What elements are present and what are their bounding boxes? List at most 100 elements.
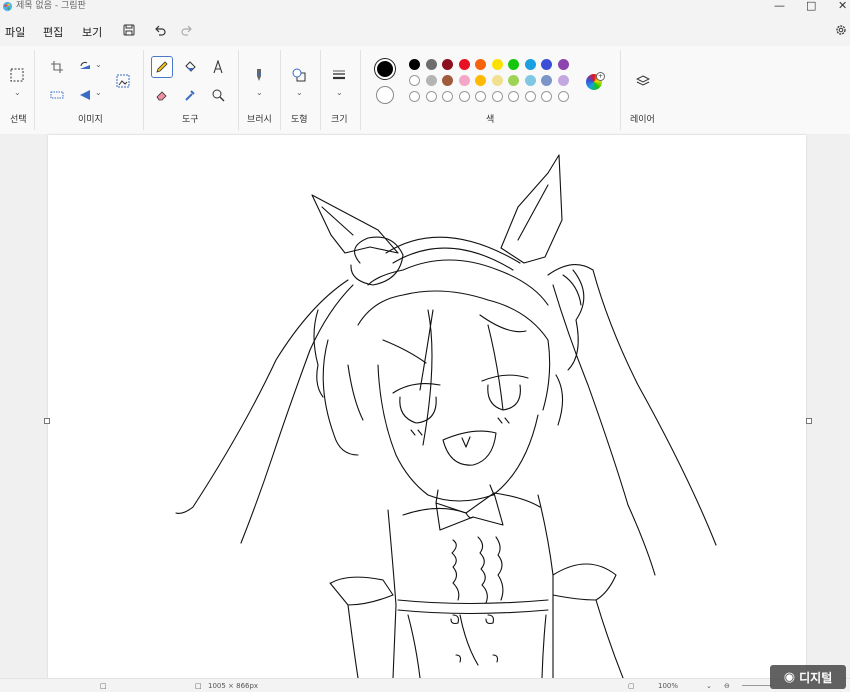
chevron-down-icon[interactable]: ⌄ bbox=[256, 88, 263, 97]
watermark-logo-icon: ◉ bbox=[783, 669, 796, 685]
redo-icon[interactable] bbox=[180, 23, 194, 37]
pencil-button[interactable] bbox=[151, 56, 173, 78]
ribbon: ⌄ 선택 ⌄ ⌄ 이미지 도구 ⌄ 브러시 ⌄ 도형 ⌄ 크기 + 색 레이어 bbox=[0, 46, 850, 135]
rotate-icon bbox=[80, 61, 90, 69]
layers-icon bbox=[636, 75, 650, 86]
edit-colors-button[interactable]: + bbox=[586, 72, 605, 90]
resize-handle-left[interactable] bbox=[44, 418, 50, 424]
color-swatch[interactable] bbox=[409, 75, 420, 86]
color-swatch[interactable] bbox=[524, 59, 536, 70]
menu-file[interactable]: 파일 bbox=[5, 24, 25, 40]
size-button[interactable] bbox=[328, 64, 350, 86]
close-icon[interactable]: ✕ bbox=[838, 0, 847, 13]
drawing-canvas[interactable] bbox=[48, 135, 806, 679]
color-swatch[interactable] bbox=[524, 75, 536, 86]
color-swatch[interactable] bbox=[409, 91, 420, 102]
primary-color-swatch[interactable] bbox=[375, 59, 395, 79]
color-swatch[interactable] bbox=[508, 59, 519, 70]
minimize-icon[interactable]: — bbox=[774, 0, 785, 13]
color-swatch[interactable] bbox=[425, 59, 437, 70]
cursor-position-icon: □ bbox=[100, 682, 107, 690]
eraser-icon bbox=[156, 91, 167, 101]
color-swatch[interactable] bbox=[475, 75, 486, 86]
group-label-select: 선택 bbox=[10, 115, 27, 125]
chevron-down-icon[interactable]: ⌄ bbox=[14, 88, 21, 97]
select-button[interactable] bbox=[6, 64, 28, 86]
save-icon[interactable] bbox=[122, 23, 136, 37]
title-bar: 제목 없음 - 그림판 — □ ✕ bbox=[0, 0, 850, 14]
magnifier-button[interactable] bbox=[207, 84, 229, 106]
menu-edit[interactable]: 편집 bbox=[43, 24, 63, 40]
color-swatch[interactable] bbox=[557, 59, 569, 70]
color-swatch[interactable] bbox=[458, 59, 470, 70]
menu-view[interactable]: 보기 bbox=[82, 24, 102, 40]
brushes-button[interactable] bbox=[248, 64, 270, 86]
crop-icon bbox=[51, 61, 63, 73]
group-label-shapes: 도형 bbox=[291, 115, 308, 125]
eraser-button[interactable] bbox=[151, 84, 173, 106]
shapes-icon bbox=[292, 68, 306, 82]
chevron-down-icon[interactable]: ⌄ bbox=[296, 88, 303, 97]
color-swatch[interactable] bbox=[458, 75, 470, 86]
undo-icon[interactable] bbox=[153, 23, 167, 37]
color-swatch[interactable] bbox=[557, 75, 569, 86]
fill-button[interactable] bbox=[179, 56, 201, 78]
zoom-out-icon[interactable]: ⊖ bbox=[724, 682, 730, 690]
color-swatch[interactable] bbox=[458, 91, 470, 102]
color-swatch[interactable] bbox=[425, 75, 437, 86]
color-swatch[interactable] bbox=[425, 91, 437, 102]
color-swatch[interactable] bbox=[475, 91, 486, 102]
color-swatch[interactable] bbox=[409, 59, 420, 70]
color-swatch[interactable] bbox=[442, 59, 453, 70]
group-label-tools: 도구 bbox=[182, 115, 199, 125]
divider bbox=[620, 50, 621, 130]
color-swatch[interactable] bbox=[491, 75, 503, 86]
color-swatch[interactable] bbox=[541, 75, 552, 86]
color-swatch[interactable] bbox=[475, 59, 486, 70]
divider bbox=[280, 50, 281, 130]
line-weight-icon bbox=[333, 70, 345, 80]
secondary-color-swatch[interactable] bbox=[376, 86, 394, 104]
fit-icon[interactable]: ▢ bbox=[628, 682, 635, 690]
text-icon bbox=[213, 60, 223, 74]
chevron-down-icon[interactable]: ⌄ bbox=[706, 682, 712, 690]
flip-button[interactable] bbox=[74, 84, 96, 106]
chevron-down-icon[interactable]: ⌄ bbox=[95, 60, 102, 69]
resize-handle-right[interactable] bbox=[806, 418, 812, 424]
image-creator-button[interactable] bbox=[112, 70, 134, 92]
text-button[interactable] bbox=[207, 56, 229, 78]
group-label-colors: 색 bbox=[486, 115, 495, 125]
eyedropper-icon bbox=[185, 90, 195, 101]
color-swatch[interactable] bbox=[557, 91, 569, 102]
color-swatch[interactable] bbox=[491, 91, 503, 102]
resize-button[interactable] bbox=[46, 84, 68, 106]
color-swatch[interactable] bbox=[442, 75, 453, 86]
color-swatch[interactable] bbox=[508, 75, 519, 86]
window-title: 제목 없음 - 그림판 bbox=[16, 1, 86, 11]
chevron-down-icon[interactable]: ⌄ bbox=[336, 88, 343, 97]
color-swatch[interactable] bbox=[541, 59, 552, 70]
canvas-size: 1005 × 866px bbox=[208, 682, 259, 690]
image-frame-icon bbox=[116, 74, 130, 88]
layers-button[interactable] bbox=[632, 70, 654, 92]
magnifier-icon bbox=[212, 89, 225, 102]
color-swatch[interactable] bbox=[508, 91, 519, 102]
color-swatch[interactable] bbox=[541, 91, 552, 102]
group-label-brushes: 브러시 bbox=[247, 115, 272, 125]
shapes-button[interactable] bbox=[288, 64, 310, 86]
color-swatch[interactable] bbox=[442, 91, 453, 102]
color-picker-button[interactable] bbox=[179, 84, 201, 106]
zoom-slider[interactable] bbox=[742, 685, 772, 686]
divider bbox=[320, 50, 321, 130]
chevron-down-icon[interactable]: ⌄ bbox=[95, 88, 102, 97]
maximize-icon[interactable]: □ bbox=[806, 0, 816, 13]
crop-button[interactable] bbox=[46, 56, 68, 78]
divider bbox=[143, 50, 144, 130]
color-swatch[interactable] bbox=[491, 59, 503, 70]
settings-icon[interactable] bbox=[834, 23, 848, 37]
color-swatch[interactable] bbox=[524, 91, 536, 102]
zoom-level[interactable]: 100% bbox=[658, 682, 678, 690]
paint-bucket-icon bbox=[185, 61, 196, 72]
menu-bar: 파일 편집 보기 bbox=[0, 14, 850, 46]
rotate-button[interactable] bbox=[74, 56, 96, 78]
